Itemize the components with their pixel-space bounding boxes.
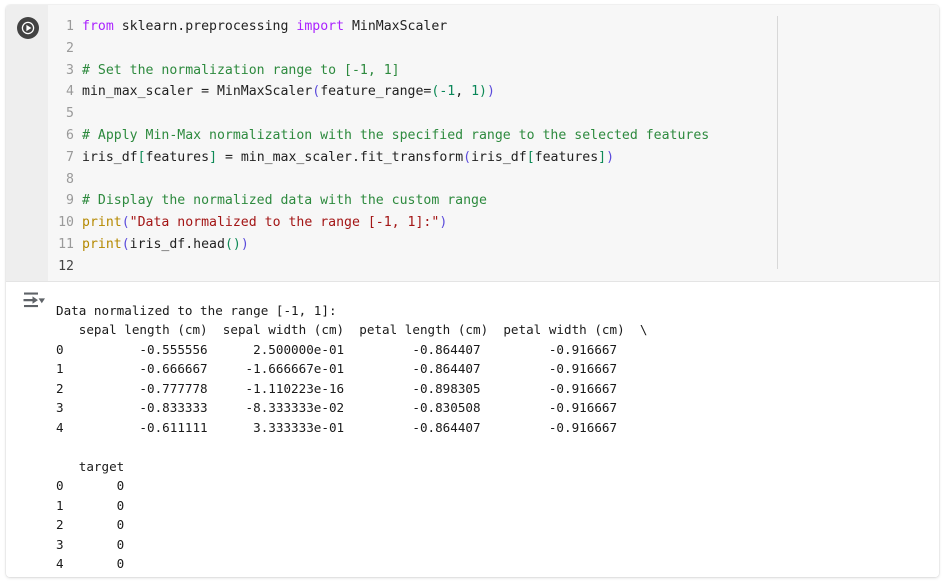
line-number: 1	[66, 19, 74, 34]
line-number: 6	[66, 127, 74, 143]
output-options-icon[interactable]	[22, 290, 46, 312]
code-body[interactable]: 1 from sklearn.preprocessing import MinMa…	[48, 5, 939, 281]
code-line[interactable]: 12	[48, 256, 709, 278]
code-token: import	[296, 19, 345, 34]
code-token: features	[534, 149, 599, 165]
cell-output-region: Data normalized to the range [-1, 1]: se…	[6, 282, 939, 577]
code-token: [	[526, 149, 535, 165]
code-token: # Set the normalization range to [-1, 1]	[82, 62, 400, 78]
code-line[interactable]: 4 min_max_scaler = MinMaxScaler(feature_r…	[48, 81, 709, 103]
editor-width-ruler	[777, 16, 778, 269]
code-line[interactable]: 9 # Display the normalized data with the …	[48, 190, 709, 212]
code-token: (	[121, 215, 130, 231]
line-number: 5	[66, 106, 74, 122]
code-line[interactable]: 11 print(iris_df.head())	[48, 234, 709, 256]
line-number: 7	[66, 149, 74, 165]
code-token: from	[82, 19, 114, 34]
code-token: )	[240, 236, 249, 252]
line-number: 9	[66, 193, 74, 209]
line-number: 8	[66, 171, 74, 187]
line-number: 11	[58, 236, 74, 252]
code-token: (	[224, 236, 233, 252]
code-token: )	[439, 215, 448, 231]
line-number: 2	[66, 40, 74, 56]
code-token: (	[121, 236, 130, 252]
code-token: iris_df	[471, 149, 527, 165]
code-token: ]	[598, 149, 607, 165]
code-token: MinMaxScaler	[344, 19, 448, 34]
code-token: feature_range=	[320, 84, 432, 100]
play-icon	[20, 20, 36, 36]
code-line[interactable]: 1 from sklearn.preprocessing import MinMa…	[48, 16, 709, 38]
code-token: "Data normalized to the range [-1, 1]:"	[129, 215, 440, 231]
output-stdout-text: Data normalized to the range [-1, 1]: se…	[56, 302, 648, 572]
line-number: 12	[58, 258, 74, 274]
line-number: 10	[58, 215, 74, 231]
code-line[interactable]: 6 # Apply Min-Max normalization with the …	[48, 125, 709, 147]
code-token: )	[606, 149, 615, 165]
code-lines[interactable]: 1 from sklearn.preprocessing import MinMa…	[48, 16, 709, 278]
code-token: )	[479, 84, 487, 100]
code-token: print	[82, 236, 122, 252]
code-token: ,	[455, 84, 472, 100]
code-token: iris_df.head	[129, 236, 225, 252]
code-token: min_max_scaler = MinMaxScaler	[82, 84, 313, 100]
code-token: 1	[471, 84, 480, 100]
code-token: (	[463, 149, 472, 165]
code-editor-region: 1 from sklearn.preprocessing import MinMa…	[6, 5, 939, 282]
code-token: (	[312, 84, 321, 100]
code-line[interactable]: 5	[48, 103, 709, 125]
code-token: sklearn.preprocessing	[113, 19, 297, 34]
code-token: features	[145, 149, 210, 165]
run-cell-button[interactable]	[17, 17, 39, 39]
notebook-code-cell: 1 from sklearn.preprocessing import MinMa…	[6, 5, 939, 577]
code-line[interactable]: 7 iris_df[features] = min_max_scaler.fit_…	[48, 147, 709, 169]
code-token: # Apply Min-Max normalization with the s…	[82, 127, 710, 143]
code-token: )	[232, 236, 241, 252]
code-line[interactable]: 3 # Set the normalization range to [-1, 1…	[48, 60, 709, 82]
line-number: 3	[66, 62, 74, 78]
code-token: ]	[209, 149, 218, 165]
code-line[interactable]: 2	[48, 38, 709, 60]
code-token: )	[487, 84, 495, 100]
code-line[interactable]: 8	[48, 169, 709, 191]
code-token: -1	[439, 84, 456, 100]
code-token: print	[82, 215, 122, 231]
output-arrow-icon	[23, 292, 45, 308]
code-line[interactable]: 10 print("Data normalized to the range [-…	[48, 212, 709, 234]
line-number: 4	[66, 84, 74, 100]
code-token: # Display the normalized data with the c…	[82, 193, 487, 209]
code-token: [	[137, 149, 146, 165]
code-token: iris_df	[82, 149, 138, 165]
code-token: = min_max_scaler.fit_transform	[217, 149, 464, 165]
cell-gutter	[6, 5, 48, 281]
